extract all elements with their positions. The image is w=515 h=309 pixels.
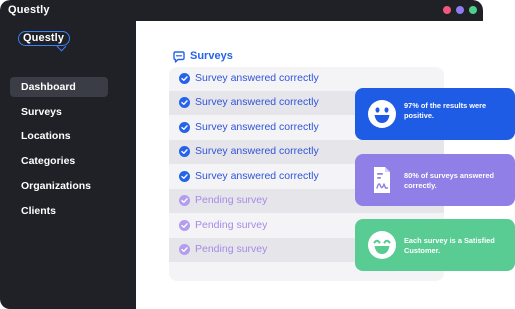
sidebar-item-categories[interactable]: Categories [10,151,108,171]
check-circle-icon [179,73,190,84]
stat-card-positive-results: 97% of the results were positive. [355,88,515,140]
stat-card-text: 97% of the results were positive. [404,101,487,120]
sidebar: Questly Dashboard Surveys Locations Cate… [0,21,136,309]
check-circle-icon [179,195,190,206]
minimize-window-button[interactable] [456,6,464,14]
survey-row-text: Survey answered correctly [195,96,319,108]
logo-text: Questly [23,32,65,44]
title-bar: Questly [0,0,483,21]
sidebar-item-locations[interactable]: Locations [10,126,108,146]
check-circle-icon [179,146,190,157]
document-signature-icon [367,165,397,195]
sidebar-item-surveys[interactable]: Surveys [10,102,108,122]
maximize-window-button[interactable] [469,6,477,14]
survey-row-text: Survey answered correctly [195,72,319,84]
survey-row-text: Pending survey [195,219,268,231]
window-title: Questly [8,4,50,16]
check-circle-icon [179,220,190,231]
smiley-face-icon [367,99,397,129]
stat-card-text: 80% of surveys answered correctly. [404,171,494,190]
sidebar-item-organizations[interactable]: Organizations [10,176,108,196]
happy-face-icon [367,230,397,260]
survey-row-text: Pending survey [195,194,268,206]
surveys-title: Surveys [190,50,233,62]
stat-card-text: Each survey is a Satisfied Customer. [404,236,495,255]
chat-bubble-icon [172,50,186,64]
questly-logo[interactable]: Questly [18,31,70,52]
survey-row-text: Pending survey [195,243,268,255]
survey-row-text: Survey answered correctly [195,170,319,182]
survey-row-text: Survey answered correctly [195,121,319,133]
stat-card-satisfied-customer: Each survey is a Satisfied Customer. [355,219,515,271]
check-circle-icon [179,171,190,182]
check-circle-icon [179,244,190,255]
check-circle-icon [179,97,190,108]
check-circle-icon [179,122,190,133]
stat-card-surveys-correct: 80% of surveys answered correctly. [355,154,515,206]
sidebar-item-clients[interactable]: Clients [10,201,108,221]
survey-row-text: Survey answered correctly [195,145,319,157]
sidebar-item-dashboard[interactable]: Dashboard [10,77,108,97]
close-window-button[interactable] [443,6,451,14]
